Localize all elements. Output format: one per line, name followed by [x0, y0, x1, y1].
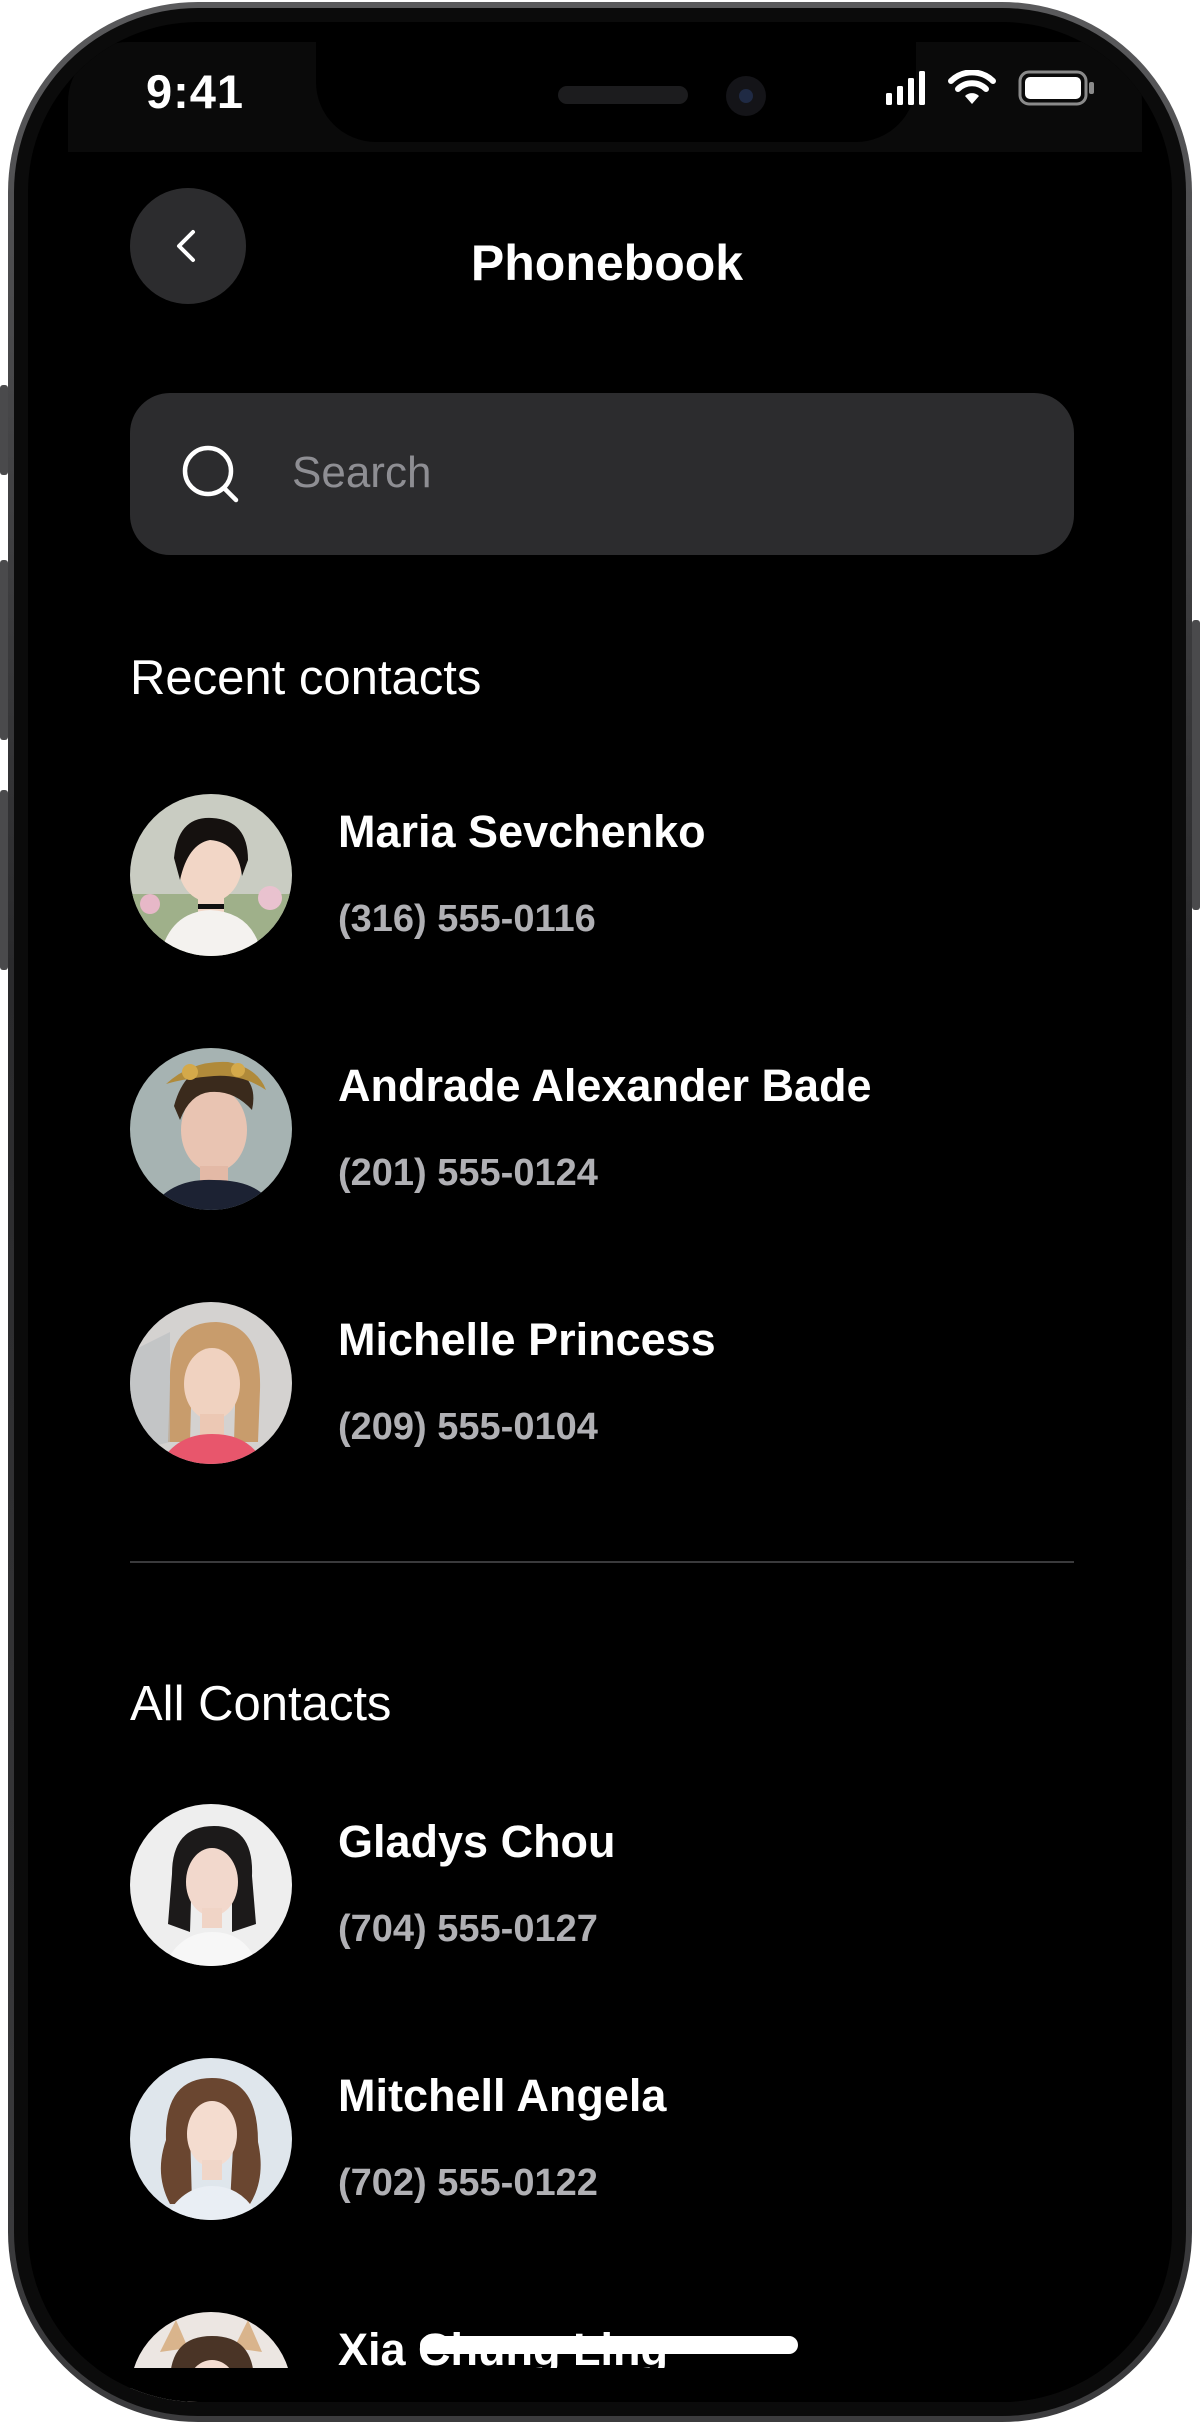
- contact-name: Gladys Chou: [338, 1816, 616, 1867]
- contact-phone: (702) 555-0122: [338, 2162, 598, 2204]
- contact-row-recent-2[interactable]: Michelle Princess (209) 555-0104: [130, 1302, 1074, 1466]
- volume-up-button: [0, 560, 8, 740]
- status-icons: [886, 70, 1096, 106]
- contact-phone: (316) 555-0116: [338, 898, 596, 940]
- home-indicator[interactable]: [420, 2336, 798, 2354]
- bottom-fade: [28, 2368, 1172, 2402]
- volume-down-button: [0, 790, 8, 970]
- silent-switch: [0, 385, 8, 475]
- avatar: [130, 794, 292, 956]
- battery-icon: [1018, 70, 1094, 106]
- status-time: 9:41: [146, 65, 245, 118]
- contact-row-recent-1[interactable]: Andrade Alexander Bade (201) 555-0124: [130, 1048, 1074, 1212]
- avatar: [130, 1048, 292, 1210]
- search-bar[interactable]: [130, 393, 1074, 555]
- section-divider: [130, 1561, 1074, 1563]
- contact-phone: (209) 555-0104: [338, 1406, 598, 1448]
- front-camera: [726, 76, 766, 116]
- notch: [316, 42, 916, 142]
- phone-frame: 9:41 Phonebook Search Recent contacts Ma…: [8, 2, 1192, 2422]
- earpiece-speaker: [558, 86, 688, 104]
- wifi-icon: [948, 70, 996, 104]
- page-title: Phonebook: [470, 235, 744, 291]
- avatar: [130, 1804, 292, 1966]
- avatar: [130, 1302, 292, 1464]
- recent-contacts-heading: Recent contacts: [130, 651, 482, 705]
- contact-row-all-1[interactable]: Mitchell Angela (702) 555-0122: [130, 2058, 1074, 2222]
- search-input[interactable]: [290, 433, 1030, 513]
- contact-row-all-0[interactable]: Gladys Chou (704) 555-0127: [130, 1804, 1074, 1968]
- contact-name: Maria Sevchenko: [338, 806, 706, 857]
- contact-phone: (201) 555-0124: [338, 1152, 598, 1194]
- cellular-signal-icon: [886, 71, 925, 105]
- avatar: [130, 2058, 292, 2220]
- screen: 9:41 Phonebook Search Recent contacts Ma…: [28, 22, 1172, 2402]
- contact-name: Mitchell Angela: [338, 2070, 667, 2121]
- contact-phone: (704) 555-0127: [338, 1908, 598, 1950]
- power-button: [1192, 620, 1200, 910]
- contact-name: Michelle Princess: [338, 1314, 716, 1365]
- all-contacts-heading: All Contacts: [130, 1677, 392, 1731]
- contact-row-recent-0[interactable]: Maria Sevchenko (316) 555-0116: [130, 794, 1074, 958]
- search-icon: [182, 445, 239, 503]
- phone-bezel: 9:41 Phonebook Search Recent contacts Ma…: [14, 8, 1186, 2416]
- contact-name: Andrade Alexander Bade: [338, 1060, 872, 1111]
